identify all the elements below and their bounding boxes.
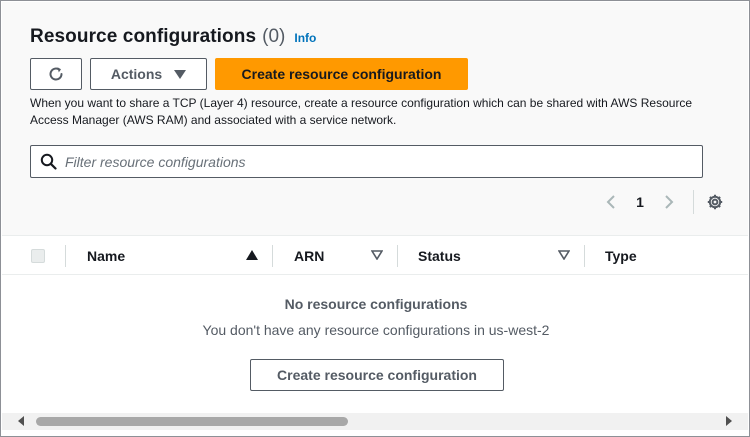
pagination: 1 bbox=[601, 190, 724, 214]
current-page-number[interactable]: 1 bbox=[621, 194, 659, 210]
next-page-icon[interactable] bbox=[659, 195, 679, 209]
info-link[interactable]: Info bbox=[294, 31, 316, 45]
resource-configurations-panel: Resource configurations (0) Info Actions… bbox=[0, 0, 750, 437]
panel-title-row: Resource configurations (0) Info bbox=[30, 26, 316, 48]
horizontal-scrollbar[interactable] bbox=[2, 413, 748, 430]
empty-state-message: You don't have any resource configuratio… bbox=[202, 322, 550, 338]
scrollbar-thumb[interactable] bbox=[36, 417, 348, 426]
sort-unsorted-icon[interactable] bbox=[558, 250, 570, 260]
column-separator bbox=[397, 245, 398, 267]
empty-state-title: No resource configurations bbox=[284, 296, 468, 312]
previous-page-icon[interactable] bbox=[601, 195, 621, 209]
resource-count: (0) bbox=[262, 26, 286, 47]
gear-icon[interactable] bbox=[706, 193, 724, 211]
actions-label: Actions bbox=[110, 66, 163, 82]
column-header-type[interactable]: Type bbox=[605, 248, 637, 264]
refresh-button[interactable] bbox=[30, 58, 82, 90]
sort-unsorted-icon[interactable] bbox=[371, 250, 383, 260]
column-separator bbox=[65, 245, 66, 267]
search-icon bbox=[40, 153, 57, 170]
filter-box[interactable] bbox=[30, 145, 703, 178]
column-header-name[interactable]: Name bbox=[87, 248, 125, 264]
create-resource-configuration-button[interactable]: Create resource configuration bbox=[215, 58, 468, 90]
column-header-arn[interactable]: ARN bbox=[294, 248, 324, 264]
filter-input[interactable] bbox=[65, 153, 665, 170]
select-all-checkbox[interactable] bbox=[31, 249, 45, 263]
scroll-right-icon[interactable] bbox=[726, 416, 732, 426]
actions-dropdown-button[interactable]: Actions bbox=[90, 58, 207, 90]
table-header: Name ARN Status Type bbox=[2, 235, 748, 275]
column-header-status[interactable]: Status bbox=[418, 248, 461, 264]
sort-ascending-icon[interactable] bbox=[246, 250, 258, 260]
column-separator bbox=[272, 245, 273, 267]
page-title: Resource configurations bbox=[30, 26, 257, 47]
empty-state-create-button[interactable]: Create resource configuration bbox=[250, 359, 504, 391]
pager-divider bbox=[693, 190, 694, 214]
panel-description: When you want to share a TCP (Layer 4) r… bbox=[30, 96, 693, 127]
scroll-left-icon[interactable] bbox=[18, 416, 24, 426]
refresh-icon bbox=[47, 65, 65, 83]
caret-down-icon bbox=[174, 66, 187, 82]
column-separator bbox=[584, 245, 585, 267]
